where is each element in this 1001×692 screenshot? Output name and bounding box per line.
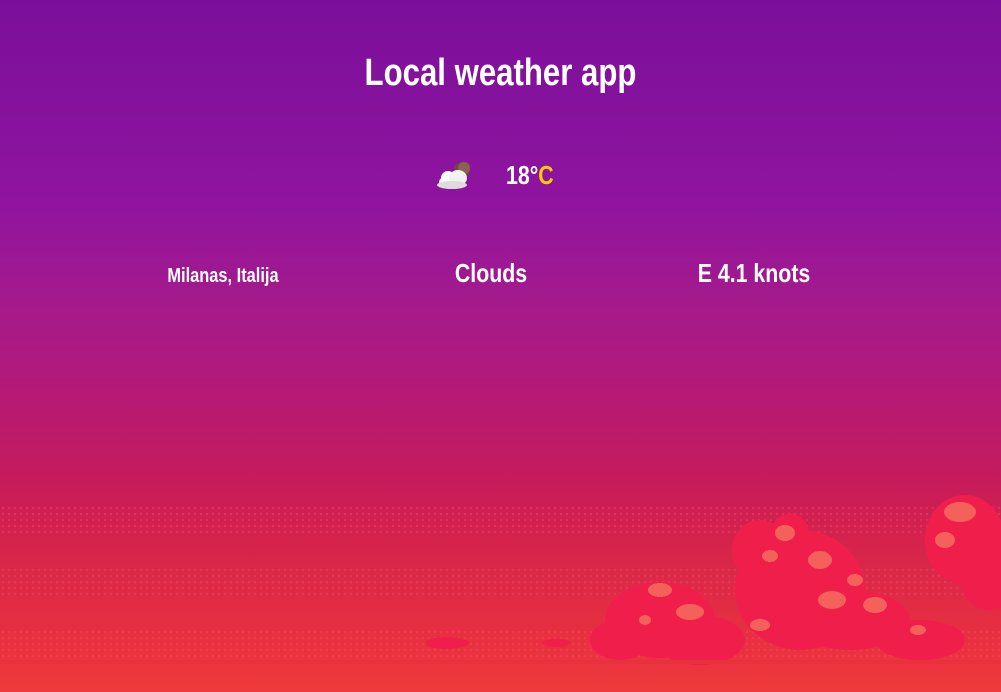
wind-info: E 4.1 knots	[697, 258, 811, 288]
cloud-moon-icon	[437, 162, 470, 189]
temperature-display: 18°C	[506, 160, 554, 191]
pixel-clouds-decoration	[0, 495, 1001, 665]
weather-description: Clouds	[454, 258, 528, 288]
page-title: Local weather app	[364, 52, 637, 94]
temperature-unit-toggle[interactable]: C	[538, 160, 553, 190]
temperature-value: 18°	[506, 160, 539, 190]
location-label: Milanas, Italija	[167, 265, 279, 287]
current-weather: 18°C	[420, 150, 580, 200]
